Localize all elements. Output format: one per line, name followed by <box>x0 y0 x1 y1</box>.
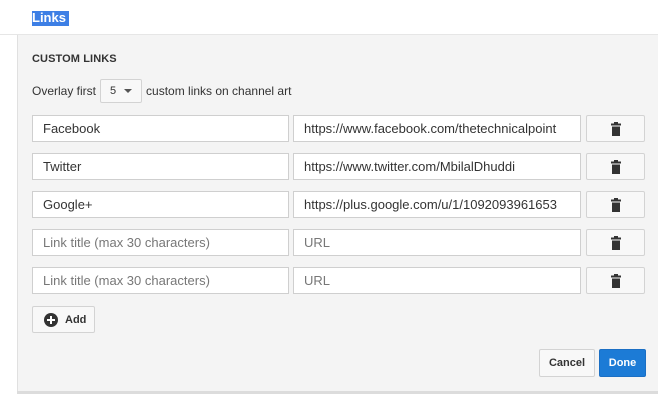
trash-icon <box>610 197 621 212</box>
remove-link-button[interactable] <box>586 115 645 142</box>
overlay-count-value: 5 <box>110 85 117 97</box>
link-title-input[interactable]: Twitter <box>32 153 289 180</box>
link-title-input[interactable]: Facebook <box>32 115 289 142</box>
overlay-count-select[interactable]: 5 <box>100 79 143 103</box>
remove-link-button[interactable] <box>586 267 645 294</box>
cancel-button[interactable]: Cancel <box>539 349 595 377</box>
done-button[interactable]: Done <box>599 349 646 377</box>
header-bar: Links <box>0 0 658 35</box>
overlay-setting: Overlay first 5 custom links on channel … <box>32 78 291 104</box>
link-url-input[interactable]: https://www.twitter.com/MbilalDhuddi <box>293 153 581 180</box>
custom-links-panel: CUSTOM LINKS Overlay first 5 custom link… <box>17 35 658 391</box>
add-link-button[interactable]: Add <box>32 306 95 333</box>
trash-icon <box>610 273 621 288</box>
link-url-input[interactable]: URL <box>293 229 581 256</box>
custom-links-title: CUSTOM LINKS <box>32 53 117 65</box>
link-title-input[interactable]: Google+ <box>32 191 289 218</box>
links-editor: Links CUSTOM LINKS Overlay first 5 custo… <box>0 0 658 394</box>
remove-link-button[interactable] <box>586 191 645 218</box>
link-title-input[interactable]: Link title (max 30 characters) <box>32 229 289 256</box>
overlay-prefix-label: Overlay first <box>32 84 97 98</box>
overlay-suffix-label: custom links on channel art <box>146 84 292 98</box>
chevron-down-icon <box>124 89 133 93</box>
plus-circle-icon <box>44 312 58 327</box>
add-button-label: Add <box>65 313 87 326</box>
trash-icon <box>610 235 621 250</box>
trash-icon <box>610 159 621 174</box>
section-heading: Links <box>32 11 69 26</box>
link-url-input[interactable]: URL <box>293 267 581 294</box>
trash-icon <box>610 121 621 136</box>
link-url-input[interactable]: https://www.facebook.com/thetechnicalpoi… <box>293 115 581 142</box>
link-url-input[interactable]: https://plus.google.com/u/1/109209396165… <box>293 191 581 218</box>
link-title-input[interactable]: Link title (max 30 characters) <box>32 267 289 294</box>
remove-link-button[interactable] <box>586 153 645 180</box>
remove-link-button[interactable] <box>586 229 645 256</box>
